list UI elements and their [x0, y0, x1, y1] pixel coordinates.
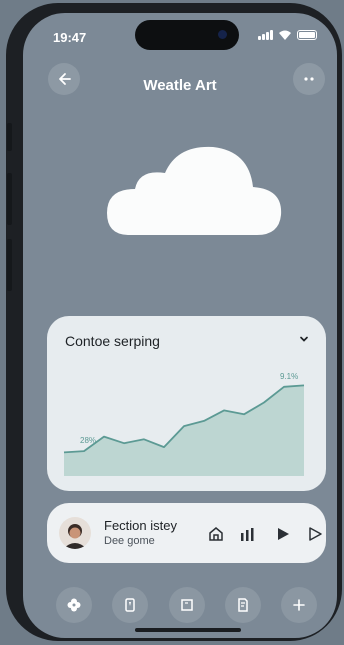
avatar-icon	[59, 517, 91, 549]
play-outline-icon[interactable]	[306, 525, 324, 543]
home-indicator	[135, 628, 241, 632]
more-button[interactable]	[293, 63, 325, 95]
chart-data-label: 9.1%	[280, 372, 298, 381]
track-subtitle: Dee gome	[104, 535, 155, 547]
area-chart: 28% 9.1%	[63, 372, 305, 476]
dock-flower-button[interactable]	[56, 587, 92, 623]
phone-frame: 19:47 Weatle Art Contoe serping 28%9.1%	[6, 3, 342, 641]
home-icon[interactable]	[207, 525, 225, 543]
signal-icon	[258, 30, 273, 40]
chart-data-label: 28%	[80, 436, 96, 445]
volume-down-button	[7, 239, 12, 291]
document-icon	[238, 598, 248, 612]
camera-icon	[218, 30, 227, 39]
chart-card[interactable]: Contoe serping 28% 9.1%	[47, 316, 326, 491]
play-icon[interactable]	[274, 525, 292, 543]
page-title: Weatle Art	[143, 77, 217, 94]
phone-icon	[125, 598, 135, 612]
dynamic-island	[135, 20, 239, 50]
track-title: Fection istey	[104, 518, 177, 533]
square-icon	[181, 599, 193, 611]
bars-icon[interactable]	[238, 525, 256, 543]
dock-plus-button[interactable]	[281, 587, 317, 623]
dock-document-button[interactable]	[225, 587, 261, 623]
media-player[interactable]: Fection istey Dee gome	[47, 503, 326, 563]
cloud-icon	[107, 146, 282, 235]
dock-phone-button[interactable]	[112, 587, 148, 623]
action-button	[7, 123, 12, 151]
battery-icon	[297, 30, 317, 40]
volume-up-button	[7, 173, 12, 225]
flower-icon	[67, 598, 81, 612]
plus-icon	[293, 599, 305, 611]
more-dots-icon	[304, 77, 314, 81]
dock-square-button[interactable]	[169, 587, 205, 623]
status-time: 19:47	[53, 30, 87, 45]
screen: 19:47 Weatle Art Contoe serping 28%9.1%	[23, 13, 337, 638]
wifi-icon	[278, 30, 292, 40]
status-icons	[258, 30, 317, 40]
